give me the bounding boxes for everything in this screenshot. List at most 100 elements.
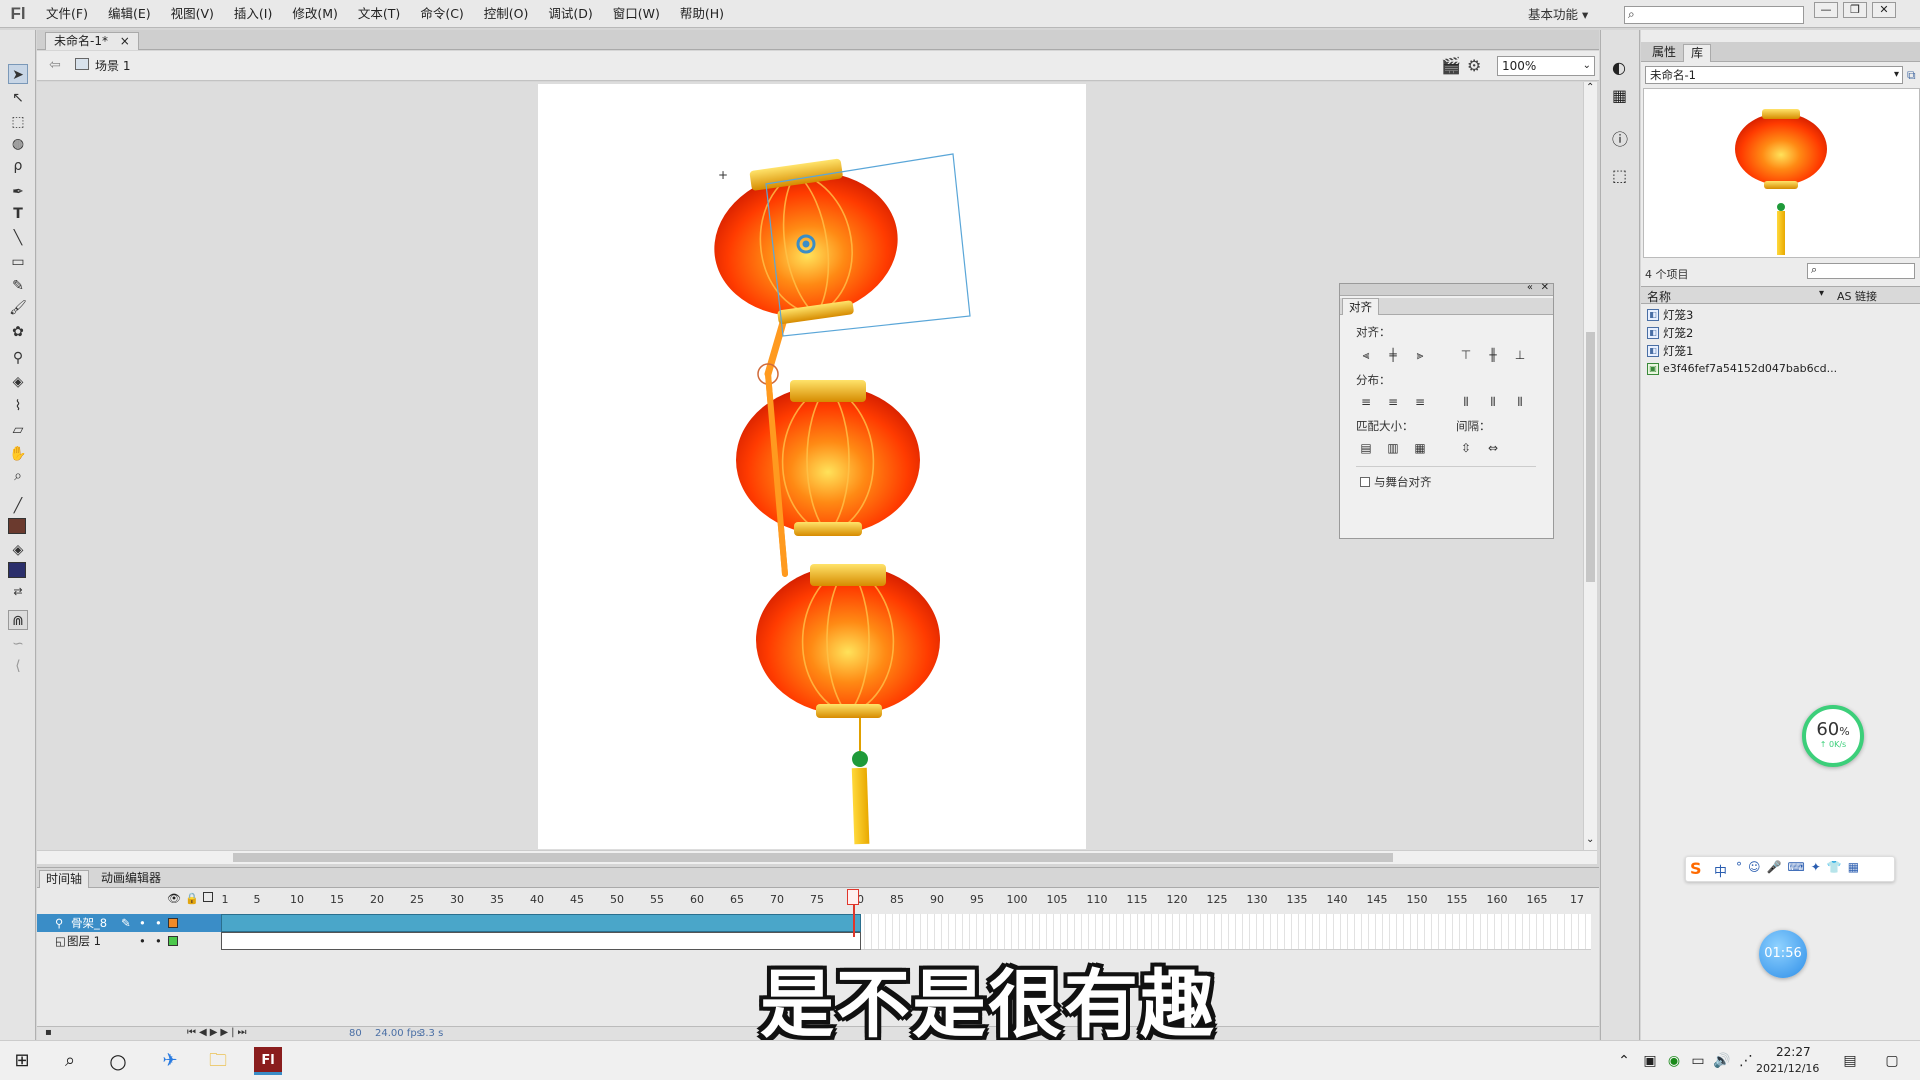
paint-bucket-tool-icon[interactable]: ◈ <box>8 372 28 392</box>
scene-label[interactable]: 场景 1 <box>95 57 130 74</box>
layer-row-armature[interactable]: ⚲ 骨架_8 ✎ • • <box>37 914 221 932</box>
match-width-icon[interactable]: ▤ <box>1358 440 1374 456</box>
menu-control[interactable]: 控制(O) <box>474 0 539 28</box>
ime-mode[interactable]: 中 <box>1714 861 1727 880</box>
pencil-tool-icon[interactable]: ✎ <box>8 276 28 296</box>
align-top-icon[interactable]: ⊤ <box>1458 347 1474 363</box>
library-item[interactable]: ◧ 灯笼2 <box>1647 324 1693 342</box>
workspace-switcher[interactable]: 基本功能 ▾ <box>1528 4 1588 23</box>
zoom-tool-icon[interactable]: ⌕ <box>8 466 28 486</box>
outline-icon[interactable] <box>203 892 213 902</box>
flash-app-icon[interactable]: Fl <box>254 1047 282 1075</box>
zoom-select[interactable]: 100% ⌄ <box>1497 56 1595 76</box>
armature-span[interactable] <box>221 914 861 932</box>
search-icon[interactable]: ⌕ <box>56 1047 84 1075</box>
clock-date[interactable]: 2021/12/16 <box>1756 1062 1819 1075</box>
swatches-panel-icon[interactable]: ▦ <box>1612 86 1627 105</box>
menu-debug[interactable]: 调试(D) <box>538 0 602 28</box>
restore-button[interactable]: ❐ <box>1843 2 1867 18</box>
menu-window[interactable]: 窗口(W) <box>603 0 670 28</box>
space-vertical-icon[interactable]: ⇳ <box>1458 440 1474 456</box>
close-tab-icon[interactable]: × <box>120 34 130 48</box>
match-width-height-icon[interactable]: ▦ <box>1412 440 1428 456</box>
distribute-left-icon[interactable]: ⦀ <box>1458 394 1474 410</box>
ime-tool-icons[interactable]: °☺🎤⌨✦👕▦ <box>1736 860 1865 874</box>
vertical-scrollbar[interactable]: ⌃ ⌄ <box>1583 82 1597 850</box>
scroll-up-icon[interactable]: ⌃ <box>1586 82 1594 93</box>
distribute-bottom-icon[interactable]: ≡ <box>1412 394 1428 410</box>
tab-motion-editor[interactable]: 动画编辑器 <box>95 870 167 888</box>
horizontal-scrollbar[interactable] <box>37 850 1597 864</box>
swap-colors-icon[interactable]: ⇄ <box>8 582 28 602</box>
fill-color-bucket-icon[interactable]: ◈ <box>8 540 28 560</box>
match-height-icon[interactable]: ▥ <box>1385 440 1401 456</box>
pen-tool-icon[interactable]: ✒ <box>8 182 28 202</box>
tab-properties[interactable]: 属性 <box>1645 44 1683 62</box>
pin-icon[interactable]: ⧉ <box>1907 68 1916 83</box>
color-panel-icon[interactable]: ◐ <box>1612 58 1626 77</box>
distribute-right-icon[interactable]: ⦀ <box>1512 394 1528 410</box>
bone-tool-icon[interactable]: ⚲ <box>8 348 28 368</box>
collapse-icon[interactable]: « <box>1527 282 1533 293</box>
eyedropper-tool-icon[interactable]: ⌇ <box>8 396 28 416</box>
tab-library[interactable]: 库 <box>1683 44 1712 62</box>
library-search-input[interactable]: ⌕ <box>1807 263 1915 279</box>
menu-insert[interactable]: 插入(I) <box>224 0 282 28</box>
fill-color-swatch[interactable] <box>8 562 26 578</box>
distribute-vcenter-icon[interactable]: ≡ <box>1385 394 1401 410</box>
hand-tool-icon[interactable]: ✋ <box>8 444 28 464</box>
menu-file[interactable]: 文件(F) <box>36 0 98 28</box>
panel-header[interactable]: « ✕ <box>1340 282 1553 296</box>
distribute-hcenter-icon[interactable]: ⦀ <box>1485 394 1501 410</box>
align-to-stage-checkbox[interactable] <box>1360 477 1370 487</box>
windows-start-icon[interactable]: ⊞ <box>8 1047 36 1075</box>
menu-text[interactable]: 文本(T) <box>348 0 410 28</box>
keyboard-icon[interactable]: ▤ <box>1836 1047 1864 1075</box>
timeline-ruler[interactable]: 1510152025303540455055606570758085909510… <box>221 890 1591 910</box>
file-explorer-icon[interactable]: 🗀 <box>204 1047 232 1075</box>
close-window-button[interactable]: ✕ <box>1872 2 1896 18</box>
line-tool-icon[interactable]: ╲ <box>8 228 28 248</box>
lasso-tool-icon[interactable]: ρ <box>8 156 28 176</box>
library-document-select[interactable]: 未命名-1 ▾ <box>1645 66 1903 84</box>
scroll-down-icon[interactable]: ⌄ <box>1586 834 1594 845</box>
scroll-thumb[interactable] <box>1586 332 1595 582</box>
timer-widget[interactable]: 01:56 <box>1759 930 1807 978</box>
column-as-linkage[interactable]: AS 链接 <box>1837 288 1877 304</box>
tab-timeline[interactable]: 时间轴 <box>39 870 90 888</box>
info-panel-icon[interactable]: ⓘ <box>1612 126 1628 150</box>
align-bottom-icon[interactable]: ⊥ <box>1512 347 1528 363</box>
free-transform-tool-icon[interactable]: ⬚ <box>8 112 28 132</box>
new-layer-icon[interactable]: ▪ <box>45 1027 52 1038</box>
lock-icon[interactable]: 🔒 <box>185 892 199 905</box>
3d-rotation-tool-icon[interactable]: ◍ <box>8 134 28 154</box>
playhead-handle[interactable] <box>847 889 859 905</box>
notification-icon[interactable]: ▢ <box>1878 1047 1906 1075</box>
brush-tool-icon[interactable]: 🖌 <box>8 298 28 318</box>
edit-scene-icon[interactable]: 🎬 <box>1441 56 1461 75</box>
clock-time[interactable]: 22:27 <box>1776 1045 1811 1059</box>
stroke-color-swatch[interactable] <box>8 518 26 534</box>
minimize-button[interactable]: — <box>1814 2 1838 18</box>
close-icon[interactable]: ✕ <box>1541 282 1549 293</box>
eraser-tool-icon[interactable]: ▱ <box>8 420 28 440</box>
deco-tool-icon[interactable]: ✿ <box>8 322 28 342</box>
sort-icon[interactable]: ▾ <box>1819 288 1824 299</box>
text-tool-icon[interactable]: T <box>8 204 28 224</box>
global-search-input[interactable]: ⌕ <box>1624 6 1804 24</box>
align-vertical-center-icon[interactable]: ╫ <box>1485 347 1501 363</box>
stage[interactable]: + <box>538 84 1086 849</box>
align-left-icon[interactable]: ⫷ <box>1358 347 1374 363</box>
distribute-top-icon[interactable]: ≡ <box>1358 394 1374 410</box>
column-name[interactable]: 名称 <box>1647 288 1671 305</box>
rectangle-tool-icon[interactable]: ▭ <box>8 252 28 272</box>
menu-view[interactable]: 视图(V) <box>161 0 224 28</box>
align-right-icon[interactable]: ⫸ <box>1412 347 1428 363</box>
menu-edit[interactable]: 编辑(E) <box>98 0 161 28</box>
ime-toolbar[interactable]: S 中 °☺🎤⌨✦👕▦ <box>1685 856 1895 882</box>
feishu-app-icon[interactable]: ✈ <box>156 1047 184 1075</box>
selection-tool-icon[interactable]: ➤ <box>8 64 28 84</box>
document-tab[interactable]: 未命名-1* × <box>45 32 139 50</box>
layer-row-1[interactable]: ◱ 图层 1 • • <box>37 932 221 950</box>
playback-controls[interactable]: ⏮◀▶▶|⏭ <box>187 1027 249 1038</box>
